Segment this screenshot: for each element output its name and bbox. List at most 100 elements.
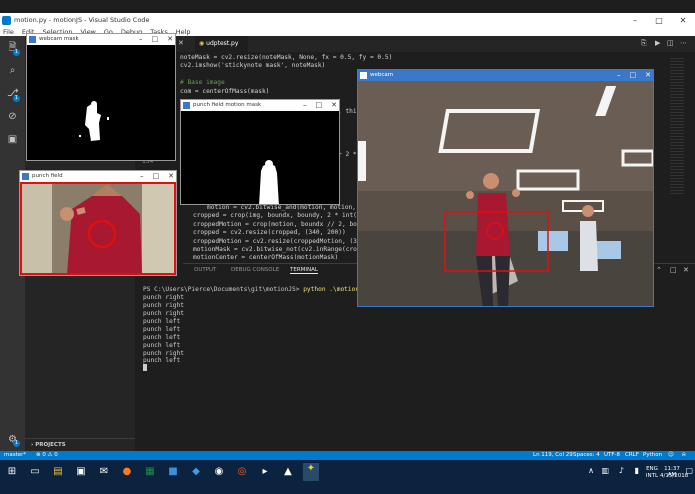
punch-field-motion-mask-window[interactable]: punch field motion mask – □ ✕ bbox=[180, 99, 340, 205]
chevron-up-icon[interactable]: ⌃ bbox=[656, 266, 662, 274]
language-top[interactable]: ENG bbox=[645, 466, 659, 472]
tab-output[interactable]: OUTPUT bbox=[194, 267, 216, 273]
encoding[interactable]: UTF-8 bbox=[604, 452, 620, 458]
store-icon[interactable]: ▣ bbox=[75, 466, 87, 478]
battery-icon[interactable]: ▮ bbox=[635, 466, 639, 475]
task-view-icon[interactable]: ▭ bbox=[29, 466, 41, 478]
indentation[interactable]: Spaces: 4 bbox=[573, 452, 600, 458]
tab-debug-console[interactable]: DEBUG CONSOLE bbox=[231, 267, 279, 273]
maximize-button[interactable]: □ bbox=[630, 70, 637, 81]
terminal-output-line: punch right bbox=[143, 310, 184, 317]
split-compare-icon[interactable]: ⎘ bbox=[641, 39, 647, 48]
maximize-panel-icon[interactable]: □ bbox=[670, 266, 677, 274]
close-button[interactable]: ✕ bbox=[645, 70, 651, 81]
tab-close-icon[interactable]: ✕ bbox=[178, 39, 184, 47]
photos-icon[interactable]: ▲ bbox=[282, 466, 294, 478]
minimize-button[interactable]: – bbox=[303, 100, 307, 111]
excel-icon[interactable]: ▦ bbox=[144, 466, 156, 478]
webcam-mask-window[interactable]: webcam mask – □ ✕ bbox=[26, 33, 176, 161]
tab-udptest[interactable]: ◉ udptest.py bbox=[195, 36, 249, 52]
problems-indicator[interactable]: ⊗ 0 ⚠ 0 bbox=[36, 452, 58, 458]
title-bar: motion.py - motionJS - Visual Studio Cod… bbox=[0, 13, 695, 27]
close-button[interactable]: ✕ bbox=[167, 34, 173, 45]
maximize-button[interactable]: □ bbox=[647, 16, 671, 25]
code-line: croppedMotion = cv2.resize(croppedMotion… bbox=[193, 238, 365, 245]
terminal-output-line: punch left bbox=[143, 318, 181, 325]
terminal-output-line: punch left bbox=[143, 342, 181, 349]
projects-section-header[interactable]: › PROJECTS bbox=[25, 438, 135, 450]
language-mode[interactable]: Python bbox=[643, 452, 662, 458]
window-title: webcam bbox=[370, 72, 394, 78]
window-titlebar[interactable]: punch field motion mask – □ ✕ bbox=[181, 100, 339, 111]
punch-field-window[interactable]: punch field – □ ✕ bbox=[19, 170, 177, 276]
steam-icon[interactable]: ◉ bbox=[213, 466, 225, 478]
more-actions-icon[interactable]: ⋯ bbox=[680, 39, 687, 47]
code-line: noteMask = cv2.resize(noteMask, None, fx… bbox=[180, 54, 393, 61]
bell-icon[interactable]: ⍾ bbox=[682, 452, 686, 459]
terminal-output-line: punch left bbox=[143, 357, 181, 364]
window-icon bbox=[29, 36, 36, 43]
projects-label: PROJECTS bbox=[35, 442, 66, 448]
extensions-icon[interactable]: ▣ bbox=[7, 134, 18, 145]
close-button[interactable]: ✕ bbox=[168, 171, 174, 182]
vscode-taskbar-icon[interactable]: ◆ bbox=[190, 466, 202, 478]
language-bottom[interactable]: INTL bbox=[645, 473, 659, 479]
window-icon bbox=[22, 173, 29, 180]
split-editor-icon[interactable]: ◫ bbox=[667, 39, 674, 47]
firefox-icon[interactable]: ● bbox=[121, 466, 133, 478]
search-icon[interactable]: ⌕ bbox=[7, 65, 18, 76]
tab-label: udptest.py bbox=[206, 40, 239, 47]
network-icon[interactable]: ▥ bbox=[601, 466, 609, 475]
mail-icon[interactable]: ✉ bbox=[98, 466, 110, 478]
code-fragment: , thi bbox=[338, 108, 357, 115]
minimize-button[interactable]: – bbox=[617, 70, 621, 81]
maximize-button[interactable]: □ bbox=[153, 171, 160, 182]
git-branch[interactable]: master* bbox=[4, 452, 26, 458]
window-title: webcam mask bbox=[39, 36, 79, 42]
terminal-output-line: punch right bbox=[143, 294, 184, 301]
maximize-button[interactable]: □ bbox=[152, 34, 159, 45]
window-title: punch field bbox=[32, 173, 63, 179]
webcam-window[interactable]: webcam – □ ✕ bbox=[357, 69, 654, 307]
clock-date[interactable]: 4/15/2018 bbox=[660, 473, 688, 479]
minimize-button[interactable]: – bbox=[139, 34, 143, 45]
line-ending[interactable]: CRLF bbox=[625, 452, 639, 458]
menu-help[interactable]: Help bbox=[176, 28, 191, 36]
window-icon bbox=[183, 102, 190, 109]
window-titlebar[interactable]: webcam – □ ✕ bbox=[358, 70, 653, 81]
maximize-button[interactable]: □ bbox=[316, 100, 323, 111]
code-comment: # Base image bbox=[180, 79, 225, 86]
terminal-prompt: PS C:\Users\Pierce\Documents\git\motionJ… bbox=[143, 286, 304, 293]
brave-icon[interactable]: ◎ bbox=[236, 466, 248, 478]
terminal-icon[interactable]: ▸ bbox=[259, 466, 271, 478]
code-line: croppedMotion = crop(motion, boundx // 2… bbox=[193, 221, 365, 228]
app-icon[interactable]: ■ bbox=[167, 466, 179, 478]
close-button[interactable]: ✕ bbox=[331, 100, 337, 111]
minimize-button[interactable]: – bbox=[623, 16, 647, 25]
volume-icon[interactable]: ♪ bbox=[619, 466, 624, 475]
minimize-button[interactable]: – bbox=[140, 171, 144, 182]
file-explorer-icon[interactable]: ▤ bbox=[52, 466, 64, 478]
notifications-icon[interactable]: ▢ bbox=[685, 466, 693, 475]
close-button[interactable]: ✕ bbox=[671, 16, 695, 25]
smiley-feedback-icon[interactable]: ☺ bbox=[668, 452, 674, 458]
window-titlebar[interactable]: webcam mask – □ ✕ bbox=[27, 34, 175, 45]
tab-terminal[interactable]: TERMINAL bbox=[290, 267, 318, 274]
windows-taskbar: ⊞ ▭ ▤ ▣ ✉ ● ▦ ■ ◆ ◉ ◎ ▸ ▲ ✦ ∧ ▥ ♪ ▮ ENG … bbox=[0, 460, 695, 494]
menu-file[interactable]: File bbox=[3, 28, 14, 36]
close-panel-icon[interactable]: ✕ bbox=[683, 266, 689, 274]
window-title: punch field motion mask bbox=[193, 102, 262, 108]
window-titlebar[interactable]: punch field – □ ✕ bbox=[20, 171, 176, 182]
terminal-prompt-line: PS C:\Users\Pierce\Documents\git\motionJ… bbox=[143, 286, 370, 294]
code-line: cropped = crop(img, boundx, boundy, 2 * … bbox=[193, 212, 365, 219]
run-icon[interactable]: ▶ bbox=[655, 39, 660, 47]
python-icon[interactable]: ✦ bbox=[303, 463, 319, 481]
code-line: cropped = cv2.resize(cropped, (340, 200)… bbox=[193, 229, 346, 236]
editor-tab-bar: ✕ ◉ udptest.py ⎘ ▶ ◫ ⋯ bbox=[175, 36, 695, 52]
cursor-position[interactable]: Ln 119, Col 29 bbox=[533, 452, 573, 458]
python-file-icon: ◉ bbox=[199, 40, 205, 47]
debug-icon[interactable]: ⊘ bbox=[7, 111, 18, 122]
minimap[interactable] bbox=[670, 56, 684, 196]
chevron-up-icon[interactable]: ∧ bbox=[588, 466, 594, 475]
windows-start-icon[interactable]: ⊞ bbox=[6, 466, 18, 478]
